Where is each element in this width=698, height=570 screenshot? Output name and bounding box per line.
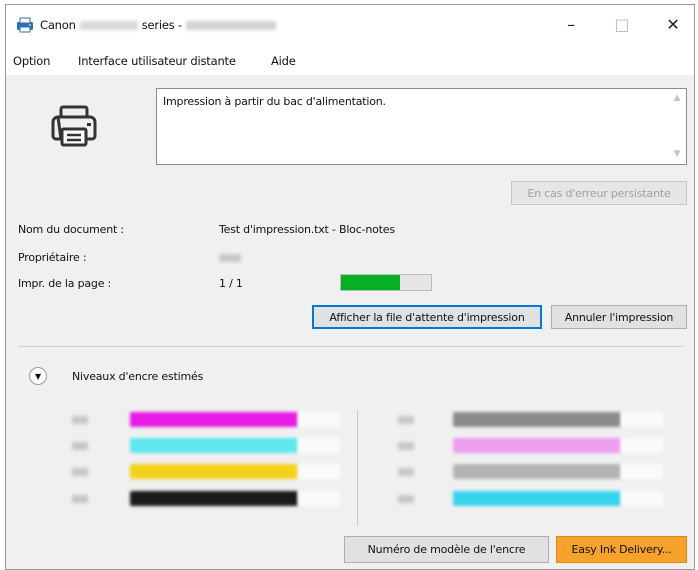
ink-left-3-remaining <box>298 464 340 479</box>
close-button[interactable]: ✕ <box>650 5 696 43</box>
title-bar[interactable]: Canon series - – □ ✕ <box>6 5 694 45</box>
ink-right-3-remaining <box>621 464 663 479</box>
status-message-box[interactable]: Impression à partir du bac d'alimentatio… <box>156 88 687 165</box>
menu-bar: Option Interface utilisateur distante Ai… <box>6 45 694 75</box>
printer-icon <box>51 105 97 147</box>
redacted-model <box>79 21 138 30</box>
ink-left-1-remaining <box>298 412 340 427</box>
ink-right-1-remaining <box>621 412 663 427</box>
show-queue-button[interactable]: Afficher la file d'attente d'impression <box>312 305 542 329</box>
ink-levels-title: Niveaux d'encre estimés <box>72 370 204 383</box>
print-progress-bar <box>340 274 432 291</box>
page-value: 1 / 1 <box>219 277 243 290</box>
maximize-button[interactable]: □ <box>599 5 645 43</box>
easy-ink-delivery-button[interactable]: Easy Ink Delivery... <box>556 536 687 563</box>
document-value: Test d'impression.txt - Bloc-notes <box>219 223 395 236</box>
ink-left-2-level-bar <box>130 438 298 453</box>
window-title: Canon series - <box>40 18 276 32</box>
ink-left-4-remaining <box>298 491 340 506</box>
printer-app-icon <box>17 17 33 33</box>
owner-label: Propriétaire : <box>18 251 87 264</box>
ink-left-2-label-redacted <box>72 442 88 450</box>
ink-right-1-level-bar <box>453 412 621 427</box>
ink-right-2-label-redacted <box>398 442 414 450</box>
ink-left-1-level-bar <box>130 412 298 427</box>
ink-left-2-remaining <box>298 438 340 453</box>
redacted-printer-name <box>185 21 276 30</box>
persistent-error-button[interactable]: En cas d'erreur persistante <box>511 181 687 205</box>
ink-right-2-remaining <box>621 438 663 453</box>
cancel-print-button[interactable]: Annuler l'impression <box>551 305 687 329</box>
owner-value-redacted <box>219 254 241 262</box>
printer-status-window: Canon series - – □ ✕ Option Interface uti… <box>5 4 695 570</box>
ink-right-4-level-bar <box>453 491 621 506</box>
title-prefix: Canon <box>40 18 76 32</box>
ink-right-2-level-bar <box>453 438 621 453</box>
ink-right-4-remaining <box>621 491 663 506</box>
ink-right-3-level-bar <box>453 464 621 479</box>
menu-help[interactable]: Aide <box>271 54 296 68</box>
menu-remote-ui[interactable]: Interface utilisateur distante <box>78 54 236 68</box>
ink-left-1-label-redacted <box>72 416 88 424</box>
document-label: Nom du document : <box>18 223 124 236</box>
ink-right-4-label-redacted <box>398 495 414 503</box>
ink-left-4-level-bar <box>130 491 298 506</box>
page-label: Impr. de la page : <box>18 277 112 290</box>
status-scrollbar[interactable]: ▲ ▼ <box>669 89 686 164</box>
menu-option[interactable]: Option <box>13 54 50 68</box>
ink-model-number-button[interactable]: Numéro de modèle de l'encre <box>344 536 549 563</box>
section-divider <box>18 346 683 347</box>
minimize-button[interactable]: – <box>548 5 594 43</box>
scroll-down-icon[interactable]: ▼ <box>672 149 682 159</box>
collapse-chevron-icon[interactable]: ▼ <box>29 367 47 385</box>
ink-right-1-label-redacted <box>398 416 414 424</box>
ink-left-3-label-redacted <box>72 468 88 476</box>
status-message: Impression à partir du bac d'alimentatio… <box>163 95 386 108</box>
scroll-up-icon[interactable]: ▲ <box>672 93 682 103</box>
progress-fill <box>341 275 401 290</box>
ink-left-3-level-bar <box>130 464 298 479</box>
ink-divider <box>357 410 358 526</box>
ink-right-3-label-redacted <box>398 468 414 476</box>
title-mid: series - <box>141 18 182 32</box>
ink-left-4-label-redacted <box>72 495 88 503</box>
